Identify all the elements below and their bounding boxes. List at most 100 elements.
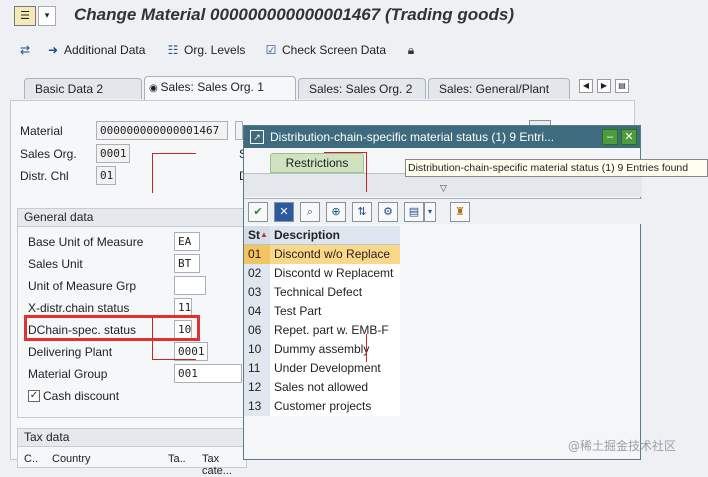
sort-asc-icon: ▲ — [260, 230, 268, 239]
tab-label: Sales: Sales Org. 2 — [309, 82, 413, 96]
switch-icon: ⇄ — [19, 43, 31, 57]
material-field[interactable]: 000000000000001467 — [96, 121, 228, 140]
list-header: St▲ Description — [244, 226, 400, 245]
list-item[interactable]: 10 Dummy assembly — [244, 340, 400, 359]
material-desc-field[interactable] — [235, 121, 243, 140]
collapse-arrow-icon[interactable]: ▽ — [440, 184, 447, 194]
settings-icon[interactable]: ⚙ — [378, 202, 398, 222]
cash-discount-checkbox[interactable]: ✓ — [28, 390, 40, 402]
entry-desc: Discontd w/o Replace — [274, 247, 391, 261]
distr-chl-field[interactable]: 01 — [96, 166, 116, 185]
personalize-icon[interactable]: ♜ — [450, 202, 470, 222]
tab-basic-data-2[interactable]: Basic Data 2 — [24, 78, 142, 99]
uom-grp-label: Unit of Measure Grp — [28, 279, 137, 293]
entry-code: 12 — [244, 378, 270, 397]
tab-label: Sales: General/Plant — [439, 82, 550, 96]
tab-strip: Basic Data 2 ◉ Sales: Sales Org. 1 Sales… — [10, 70, 635, 100]
entry-code: 01 — [244, 245, 270, 264]
check-screen-icon: ☑ — [265, 43, 277, 57]
tax-data-group: Tax data C.. Country Ta.. Tax cate... — [17, 428, 247, 477]
sales-org-label: Sales Org. — [20, 147, 77, 161]
menu-icon[interactable]: ☰ — [14, 6, 36, 26]
lock-icon: 🔒︎ — [407, 43, 415, 57]
annotation-line — [366, 152, 367, 192]
annotation-line — [324, 152, 367, 153]
tax-col-taxcat: Tax cate... — [202, 453, 232, 477]
sales-unit-field[interactable]: BT — [174, 254, 200, 273]
entry-desc: Discontd w Replacemt — [274, 266, 394, 280]
entry-code: 11 — [244, 359, 270, 378]
list-item[interactable]: 03 Technical Defect — [244, 283, 400, 302]
tab-scroll-left-icon[interactable]: ◀ — [579, 79, 593, 93]
list-item[interactable]: 06 Repet. part w. EMB-F — [244, 321, 400, 340]
minimize-icon[interactable]: – — [602, 129, 618, 145]
tab-list-icon[interactable]: ▤ — [615, 79, 629, 93]
close-icon[interactable]: ✕ — [621, 129, 637, 145]
tab-scroll-right-icon[interactable]: ▶ — [597, 79, 611, 93]
list-item[interactable]: 01 Discontd w/o Replace — [244, 245, 400, 264]
xdistr-status-label: X-distr.chain status — [28, 301, 130, 315]
additional-data-button[interactable]: ➜ Additional Data — [46, 40, 145, 60]
entry-desc: Customer projects — [274, 399, 372, 413]
lock-button[interactable]: 🔒︎ — [404, 40, 418, 60]
print-dropdown-icon[interactable]: ▾ — [424, 202, 436, 222]
window-title: Change Material 000000000000001467 (Trad… — [74, 5, 514, 24]
check-screen-data-button[interactable]: ☑ Check Screen Data — [264, 40, 386, 60]
tab-restrictions[interactable]: Restrictions — [270, 153, 364, 173]
header-code[interactable]: St▲ — [244, 226, 270, 244]
entry-desc: Repet. part w. EMB-F — [274, 323, 389, 337]
dialog-title-bar: ↗ Distribution-chain-specific material s… — [244, 126, 640, 148]
entry-desc: Under Development — [274, 361, 381, 375]
base-uom-field[interactable]: EA — [174, 232, 200, 251]
find-icon[interactable]: ⌕ — [300, 202, 320, 222]
distr-chl-label: Distr. Chl — [20, 169, 69, 183]
list-item[interactable]: 13 Customer projects — [244, 397, 400, 416]
dialog-toolbar: ✔ ✕ ⌕ ⊕ ⇅ ⚙ ▤ ▾ ♜ — [244, 198, 642, 224]
list-item[interactable]: 04 Test Part — [244, 302, 400, 321]
value-list: St▲ Description 01 Discontd w/o Replace 0… — [244, 226, 400, 416]
tab-active-icon: ◉ — [149, 83, 161, 94]
list-item[interactable]: 12 Sales not allowed — [244, 378, 400, 397]
highlight-box — [24, 315, 200, 341]
header-desc[interactable]: Description — [270, 226, 400, 244]
uom-grp-field[interactable] — [174, 276, 206, 295]
material-group-field[interactable]: 001 — [174, 364, 242, 383]
annotation-line — [152, 153, 153, 193]
continue-icon[interactable]: ✔ — [248, 202, 268, 222]
entry-code: 04 — [244, 302, 270, 321]
list-item[interactable]: 11 Under Development — [244, 359, 400, 378]
tab-sales-general-plant[interactable]: Sales: General/Plant — [428, 78, 570, 99]
print-icon[interactable]: ▤ — [404, 202, 424, 222]
entry-desc: Dummy assembly — [274, 342, 370, 356]
tab-label: Sales: Sales Org. 1 — [160, 80, 264, 94]
sales-unit-label: Sales Unit — [28, 257, 83, 271]
header-code-text: St — [248, 228, 260, 242]
tax-col-ta: Ta.. — [168, 453, 186, 465]
title-bar: ☰ ▾ Change Material 000000000000001467 (… — [0, 0, 708, 34]
annotation-line — [152, 153, 196, 154]
find-next-icon[interactable]: ⊕ — [326, 202, 346, 222]
entry-code: 06 — [244, 321, 270, 340]
entry-code: 03 — [244, 283, 270, 302]
entry-desc: Technical Defect — [274, 285, 363, 299]
tax-col-c: C.. — [24, 453, 39, 465]
chevron-down-icon[interactable]: ▾ — [38, 6, 56, 26]
list-item[interactable]: 02 Discontd w Replacemt — [244, 264, 400, 283]
watermark: @稀土掘金技术社区 — [568, 439, 677, 453]
tab-sales-org-2[interactable]: Sales: Sales Org. 2 — [298, 78, 426, 99]
org-levels-label: Org. Levels — [184, 43, 246, 57]
tax-data-title: Tax data — [18, 429, 246, 447]
delivering-plant-label: Delivering Plant — [28, 345, 113, 359]
sales-org-field[interactable]: 0001 — [96, 144, 130, 163]
annotation-line — [152, 359, 196, 360]
org-levels-button[interactable]: ☷ Org. Levels — [166, 40, 246, 60]
cancel-icon[interactable]: ✕ — [274, 202, 294, 222]
tooltip: Distribution-chain-specific material sta… — [405, 159, 708, 177]
tax-col-country: Country — [52, 453, 91, 465]
other-material-button[interactable]: ⇄ — [18, 40, 32, 60]
sort-icon[interactable]: ⇅ — [352, 202, 372, 222]
entry-code: 13 — [244, 397, 270, 416]
tab-label: Basic Data 2 — [35, 82, 104, 96]
entry-desc: Sales not allowed — [274, 380, 369, 394]
tab-sales-org-1[interactable]: ◉ Sales: Sales Org. 1 — [144, 76, 296, 100]
